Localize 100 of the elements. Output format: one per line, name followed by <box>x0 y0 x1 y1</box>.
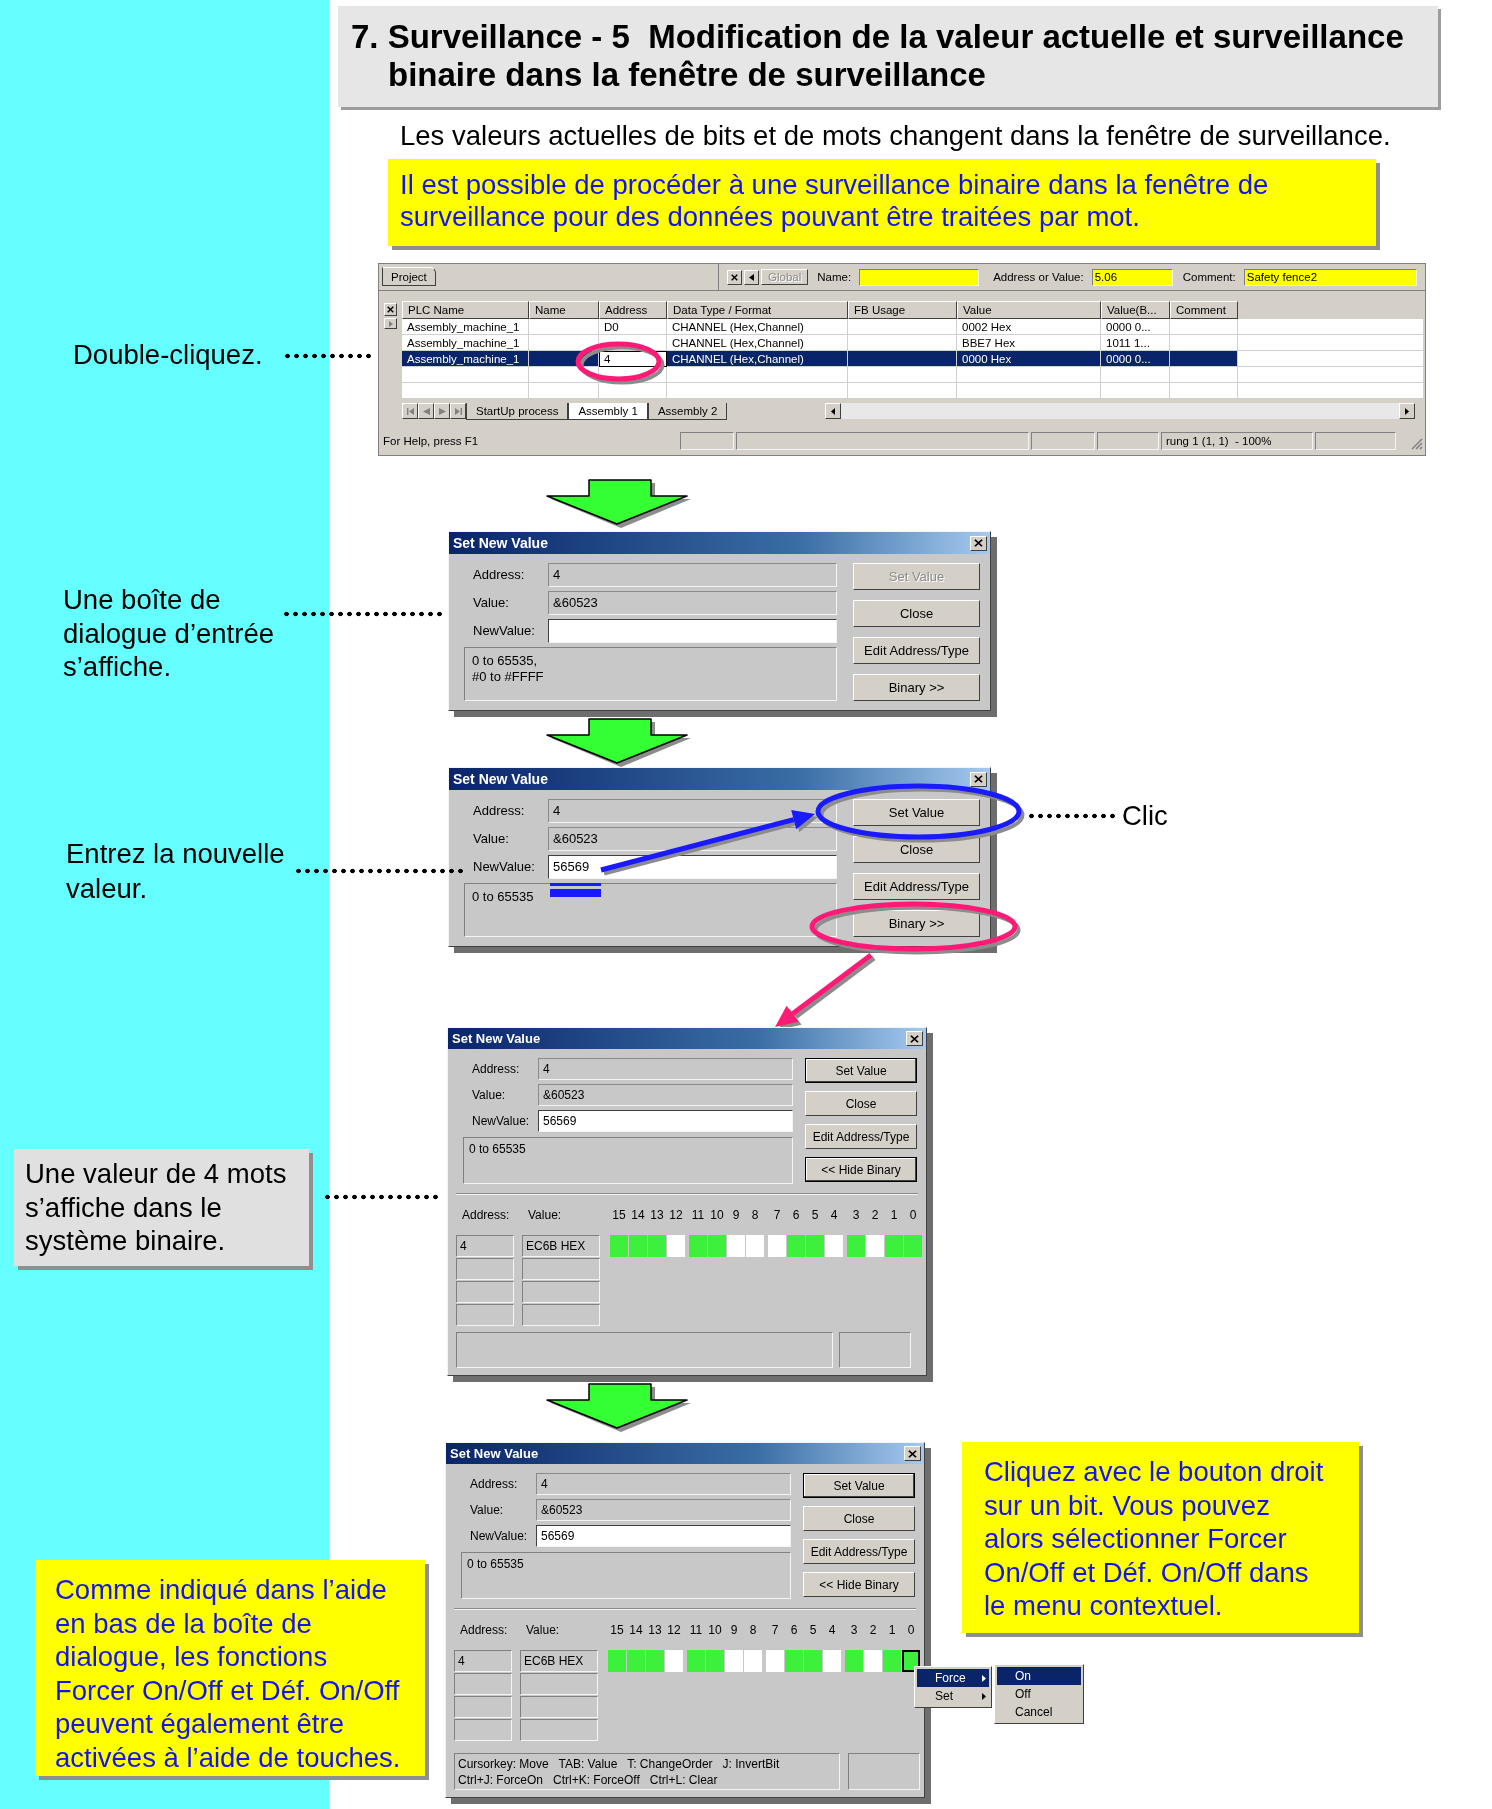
table-cell <box>529 367 599 383</box>
close-button[interactable]: Close <box>853 600 980 627</box>
horizontal-scrollbar[interactable] <box>825 403 1415 419</box>
edit-address-button[interactable]: Edit Address/Type <box>853 873 980 900</box>
scroll-right-button[interactable] <box>1399 403 1415 419</box>
expand-button[interactable] <box>384 318 397 329</box>
bit-cell[interactable] <box>725 1650 743 1672</box>
bit-cell[interactable] <box>727 1235 745 1257</box>
bit-cell[interactable] <box>787 1235 805 1257</box>
input-field[interactable]: 56569 <box>536 1525 791 1547</box>
binary-toggle-button[interactable]: << Hide Binary <box>803 1572 915 1597</box>
menu-item[interactable]: Set <box>917 1687 989 1705</box>
binary-toggle-button[interactable]: << Hide Binary <box>805 1157 917 1182</box>
table-cell <box>454 1719 512 1741</box>
table-cell: 0000 0... <box>1101 351 1170 367</box>
table-row[interactable]: Assembly_machine_1 4 CHANNEL (Hex,Channel) 0000 Hex 0000 0... <box>402 351 1238 367</box>
triangle-right-icon <box>438 407 446 415</box>
bit-number: 3 <box>849 1622 859 1639</box>
table-row[interactable]: Assembly_machine_1 CHANNEL (Hex,Channel) BBE7 Hex 1011 1... <box>402 335 1238 351</box>
bit-cell[interactable] <box>768 1235 786 1257</box>
scroll-left-button[interactable] <box>825 403 841 419</box>
bit-cell[interactable] <box>746 1235 764 1257</box>
bit-cell[interactable] <box>744 1650 762 1672</box>
bit-cell[interactable] <box>864 1650 882 1672</box>
sheet-nav-button[interactable] <box>402 403 418 419</box>
bit-cell[interactable] <box>629 1235 647 1257</box>
bit-cell[interactable] <box>648 1235 666 1257</box>
bit-cell[interactable] <box>708 1235 726 1257</box>
binary-toggle-button[interactable]: Binary >> <box>853 910 980 937</box>
toolbar-field[interactable]: Safety fence2 <box>1243 268 1417 286</box>
bit-cell[interactable] <box>785 1650 803 1672</box>
edit-address-button[interactable]: Edit Address/Type <box>805 1124 917 1149</box>
set-value-button[interactable]: Set Value <box>853 799 980 826</box>
bit-cell[interactable] <box>766 1650 784 1672</box>
window-close-button[interactable] <box>906 1031 923 1046</box>
menu-item[interactable]: On <box>997 1667 1081 1685</box>
bit-cell[interactable] <box>902 1650 920 1672</box>
menu-item[interactable]: Cancel <box>997 1703 1081 1721</box>
binary-toggle-button[interactable]: Binary >> <box>853 674 980 701</box>
bit-cell[interactable] <box>608 1650 626 1672</box>
sheet-tab[interactable]: Assembly 2 <box>647 402 728 420</box>
toolbar-field[interactable] <box>859 268 980 286</box>
input-field[interactable] <box>548 619 837 643</box>
bit-cell[interactable] <box>847 1235 865 1257</box>
window-close-button[interactable] <box>970 771 987 787</box>
sheet-tab[interactable]: Assembly 1 <box>568 402 648 420</box>
field-label: NewValue: <box>472 622 536 641</box>
range-hint: 0 to 65535 <box>461 1552 791 1599</box>
edit-address-button[interactable]: Edit Address/Type <box>853 637 980 664</box>
column-header[interactable]: Data Type / Format <box>667 301 848 319</box>
bit-cell[interactable] <box>667 1235 685 1257</box>
close-pane-button[interactable] <box>384 303 397 316</box>
bit-cell[interactable] <box>904 1235 922 1257</box>
column-header[interactable]: Name <box>529 301 599 319</box>
range-hint: 0 to 65535, #0 to #FFFF <box>464 647 837 701</box>
sheet-nav-button[interactable] <box>418 403 434 419</box>
bit-cell[interactable] <box>866 1235 884 1257</box>
input-field[interactable]: 56569 <box>538 1110 793 1132</box>
field-label: NewValue: <box>472 858 536 877</box>
close-pane-button[interactable] <box>727 269 742 285</box>
column-header[interactable]: Comment <box>1170 301 1238 319</box>
menu-item[interactable]: Force <box>917 1669 989 1687</box>
sheet-nav-button[interactable] <box>450 403 466 419</box>
sheet-nav-button[interactable] <box>434 403 450 419</box>
column-header[interactable]: Value(B... <box>1101 301 1170 319</box>
bit-cell[interactable] <box>610 1235 628 1257</box>
column-header[interactable]: Address <box>599 301 667 319</box>
set-value-button[interactable]: Set Value <box>803 1473 915 1498</box>
column-header[interactable]: PLC Name <box>402 301 529 319</box>
table-row[interactable]: Assembly_machine_1 D0 CHANNEL (Hex,Channel) 0002 Hex 0000 0... <box>402 319 1238 335</box>
bit-cell[interactable] <box>823 1650 841 1672</box>
collapse-button[interactable] <box>744 269 759 285</box>
menu-item[interactable]: Off <box>997 1685 1081 1703</box>
column-header[interactable]: Value <box>957 301 1101 319</box>
sheet-tab[interactable]: StartUp process <box>466 402 569 420</box>
window-close-button[interactable] <box>904 1446 921 1461</box>
close-button[interactable]: Close <box>805 1091 917 1116</box>
bit-cell[interactable] <box>845 1650 863 1672</box>
edit-address-button[interactable]: Edit Address/Type <box>803 1539 915 1564</box>
project-tab[interactable]: Project <box>382 267 436 286</box>
window-close-button[interactable] <box>970 535 987 551</box>
bit-cell[interactable] <box>806 1235 824 1257</box>
bit-cell[interactable] <box>665 1650 683 1672</box>
field-label: Value: <box>471 1087 507 1104</box>
input-field[interactable]: 56569 <box>548 855 837 879</box>
bit-cell[interactable] <box>885 1235 903 1257</box>
bit-cell[interactable] <box>689 1235 707 1257</box>
set-value-button[interactable]: Set Value <box>805 1058 917 1083</box>
bit-cell[interactable] <box>883 1650 901 1672</box>
close-button[interactable]: Close <box>803 1506 915 1531</box>
bit-cell[interactable] <box>687 1650 705 1672</box>
bit-cell[interactable] <box>804 1650 822 1672</box>
toolbar-field[interactable]: 5.06 <box>1091 268 1173 286</box>
field-label: Address: <box>469 1476 519 1493</box>
bit-cell[interactable] <box>646 1650 664 1672</box>
bit-cell[interactable] <box>825 1235 843 1257</box>
bit-cell[interactable] <box>627 1650 645 1672</box>
bit-cell[interactable] <box>706 1650 724 1672</box>
table-cell <box>529 383 599 399</box>
column-header[interactable]: FB Usage <box>848 301 957 319</box>
